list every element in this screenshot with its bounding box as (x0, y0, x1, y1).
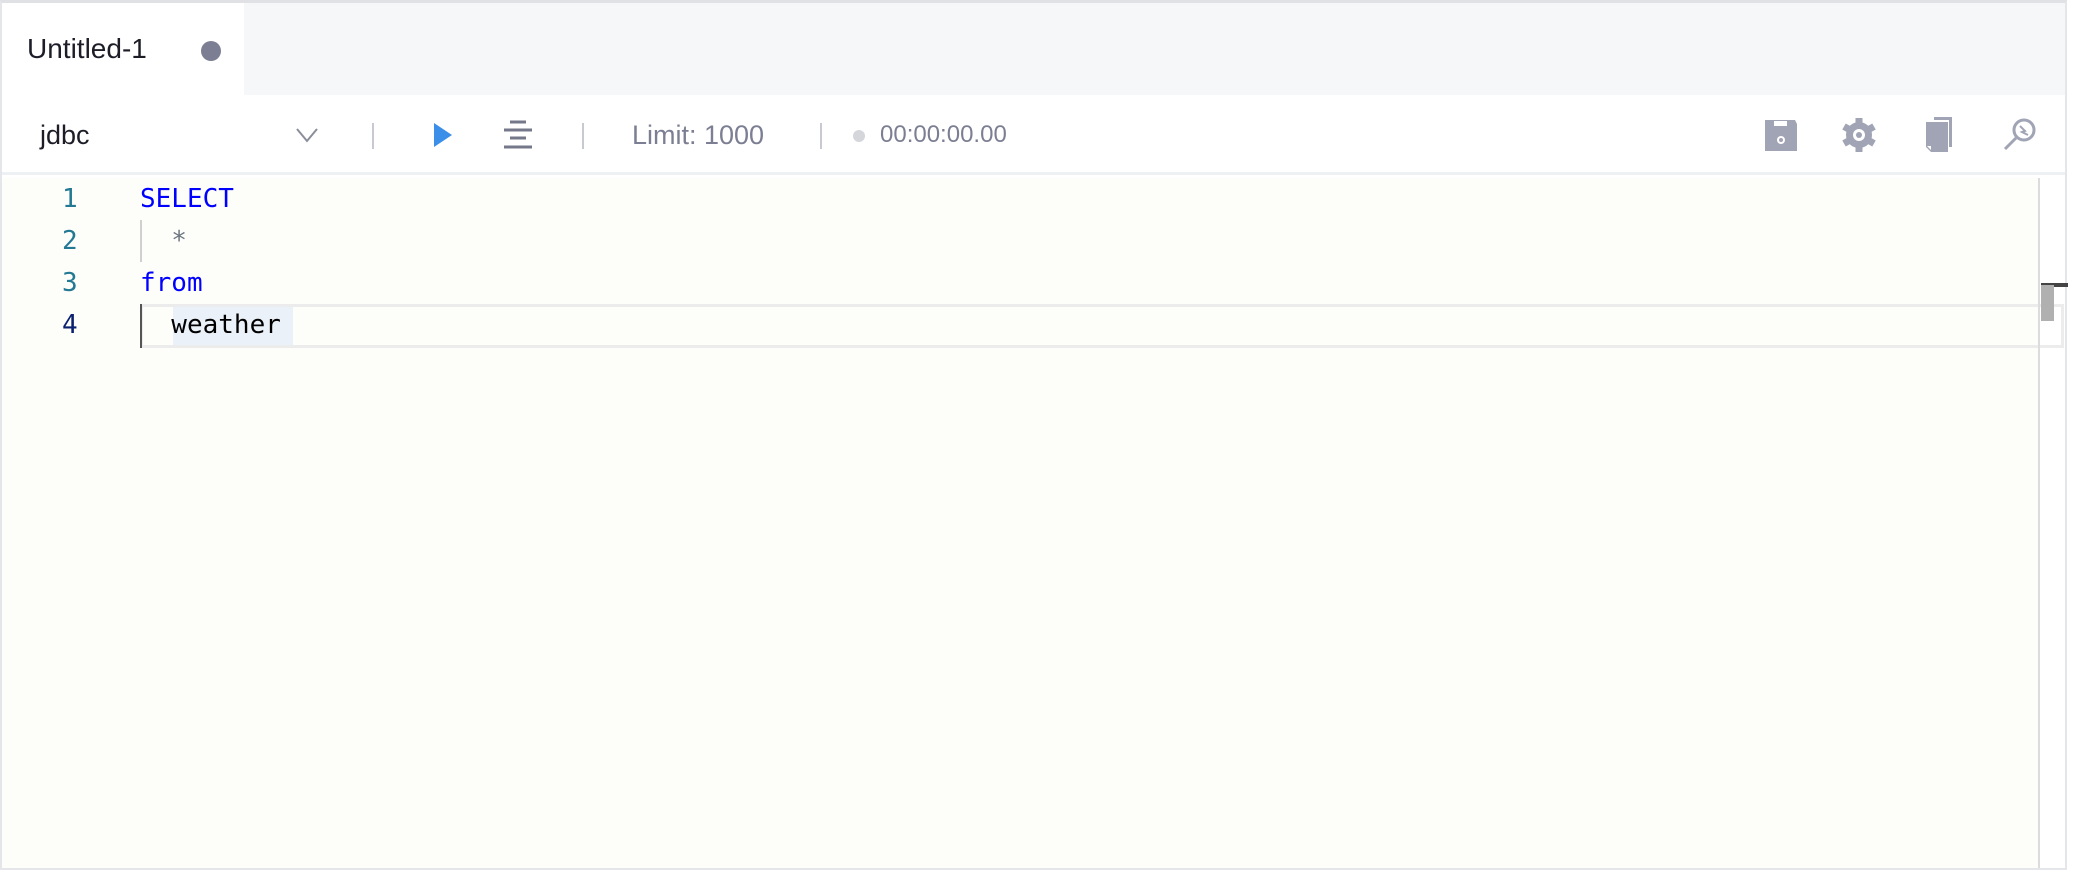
explain-search-icon[interactable] (2002, 117, 2038, 153)
divider (372, 123, 374, 149)
elapsed-time: 00:00:00.00 (880, 121, 1007, 148)
line-number: 1 (62, 184, 78, 214)
scrollbar-thumb[interactable] (2041, 285, 2054, 321)
datasource-value: jdbc (40, 119, 90, 150)
divider (582, 123, 584, 149)
toolbar: jdbc Limit: 1000 00:00:00.00 (2, 95, 2065, 175)
format-icon[interactable] (500, 117, 536, 153)
divider (820, 123, 822, 149)
tab-label: Untitled-1 (27, 33, 147, 64)
datasource-select[interactable]: jdbc (40, 95, 325, 175)
chevron-down-icon (296, 128, 318, 143)
gear-icon[interactable] (1841, 117, 1877, 153)
code-line: SELECT (140, 184, 234, 214)
line-number: 2 (62, 226, 78, 256)
status-dot-icon (853, 130, 865, 142)
code-line: from (140, 268, 203, 298)
save-icon[interactable] (1763, 117, 1799, 153)
code-editor[interactable]: 1 2 3 4 SELECT * from weather (2, 178, 2064, 868)
line-number: 3 (62, 268, 78, 298)
limit-selector[interactable]: Limit: 1000 (632, 95, 764, 175)
tab-bar: Untitled-1 (2, 3, 2065, 95)
tab-untitled-1[interactable]: Untitled-1 (2, 3, 244, 95)
unsaved-dot-icon[interactable] (201, 41, 221, 61)
code-line: weather (140, 310, 281, 340)
vertical-scrollbar[interactable] (2038, 178, 2040, 868)
play-icon[interactable] (424, 117, 460, 153)
sql-editor-window: Untitled-1 jdbc Limit: 1000 00:00:00.00 … (0, 0, 2068, 870)
current-line-highlight (140, 304, 2064, 348)
code-line: * (140, 226, 187, 256)
line-number: 4 (62, 310, 78, 340)
copy-icon[interactable] (1922, 117, 1958, 153)
